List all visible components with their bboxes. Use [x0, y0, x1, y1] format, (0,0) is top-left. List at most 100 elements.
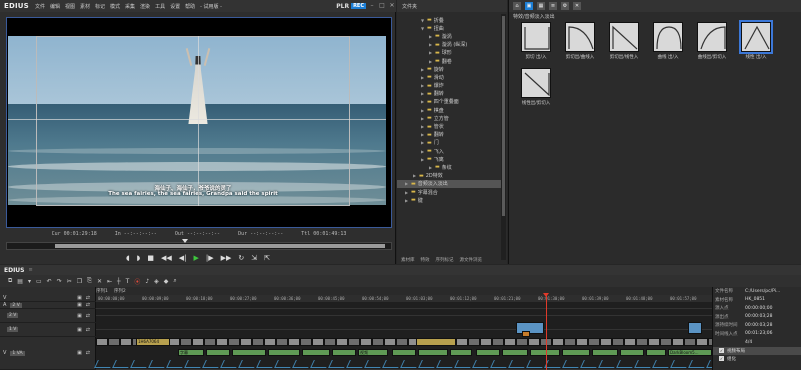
video-clip[interactable]	[416, 338, 456, 346]
rec-mode-button[interactable]: REC	[351, 3, 366, 9]
folder-item[interactable]: ▶ ▬ 飞离	[397, 155, 501, 163]
folder-item[interactable]: ▶ ▬ 滑动	[397, 73, 501, 81]
video-thumb[interactable]	[204, 338, 216, 346]
video-thumb[interactable]	[192, 338, 204, 346]
timeline-menu-icon[interactable]: ≡	[29, 267, 33, 273]
delete-clip-icon[interactable]: ✕	[97, 278, 102, 285]
video-thumb[interactable]	[696, 338, 708, 346]
scrub-handle[interactable]	[182, 239, 189, 243]
grid-view-icon[interactable]: ▦	[537, 2, 545, 10]
subtitle-clip[interactable]	[332, 349, 356, 356]
playhead-line[interactable]	[546, 295, 547, 370]
track-visibility-icon[interactable]: ▣	[77, 313, 82, 319]
video-thumb[interactable]	[324, 338, 336, 346]
video-thumb[interactable]	[480, 338, 492, 346]
menu-item[interactable]: 标记	[95, 3, 105, 10]
menu-item[interactable]: 帮助	[185, 3, 195, 10]
track-visibility-icon[interactable]: ▣	[77, 302, 82, 308]
video-thumb[interactable]	[288, 338, 300, 346]
folder-item[interactable]: ▶ ▬ 漩涡 (纵深)	[397, 41, 501, 49]
track-header[interactable]: A2 V ▣ ⇄	[0, 302, 96, 309]
video-thumb[interactable]	[576, 338, 588, 346]
folder-item[interactable]: ▶ ▬ 翻转	[397, 90, 501, 98]
subtitle-clip[interactable]	[392, 349, 416, 356]
video-thumb[interactable]	[240, 338, 252, 346]
menu-item[interactable]: 视图	[65, 3, 75, 10]
step-forward-icon[interactable]: |▶	[206, 254, 214, 262]
folder-item[interactable]: ▶ ▬ 漩涡	[397, 32, 501, 40]
bin-tab[interactable]: 序列标记	[436, 257, 454, 263]
track-header[interactable]: V1 VA ▣ ⇄	[0, 337, 96, 370]
video-thumb[interactable]	[216, 338, 228, 346]
video-thumb[interactable]	[516, 338, 528, 346]
track-header[interactable]: V ▣ ⇄	[0, 295, 96, 302]
folder-item[interactable]: ▶ ▬ 字幕混合	[397, 188, 501, 196]
track-header[interactable]: 1 V ▣ ⇄	[0, 323, 96, 337]
subtitle-clip[interactable]	[502, 349, 528, 356]
add-edit-icon[interactable]: ┼	[117, 278, 121, 285]
title-clip[interactable]	[522, 331, 530, 337]
bin-tab[interactable]: 素材库	[401, 257, 415, 263]
video-thumb[interactable]	[528, 338, 540, 346]
ripple-icon[interactable]: ⇤	[107, 278, 112, 285]
render-icon[interactable]: ◈	[154, 278, 159, 285]
folder-item[interactable]: ▶ ▬ 音频淡入淡出	[397, 179, 501, 188]
effect-item[interactable]: 曲线出/剪切入	[693, 22, 731, 63]
menu-item[interactable]: 模式	[110, 3, 120, 10]
effect-thumbnail[interactable]	[609, 22, 639, 52]
set-in-icon[interactable]: ◖	[126, 254, 130, 262]
subtitle-clip[interactable]	[646, 349, 666, 356]
marker-icon[interactable]: ◆	[164, 278, 169, 285]
video-thumb[interactable]	[252, 338, 264, 346]
settings-icon[interactable]: ⚙	[561, 2, 569, 10]
video-thumb[interactable]	[624, 338, 636, 346]
menu-item[interactable]: 编辑	[50, 3, 60, 10]
overwrite-icon[interactable]: ⇱	[264, 254, 270, 262]
video-thumb[interactable]	[684, 338, 696, 346]
video-thumb[interactable]	[660, 338, 672, 346]
video-thumb[interactable]	[276, 338, 288, 346]
effect-item[interactable]: 曲线 出/入	[649, 22, 687, 63]
scrub-bar[interactable]	[6, 239, 392, 250]
effect-entry[interactable]: ✓ 视频布局	[713, 346, 801, 355]
step-back-icon[interactable]: ◀|	[179, 254, 187, 262]
video-thumb[interactable]	[588, 338, 600, 346]
video-thumb[interactable]	[648, 338, 660, 346]
folder-item[interactable]: ▶ ▬ 2D特效	[397, 172, 501, 180]
subtitle-clip[interactable]	[620, 349, 644, 356]
loop-icon[interactable]: ↻	[238, 254, 244, 262]
effect-thumbnail[interactable]	[653, 22, 683, 52]
folder-item[interactable]: ▶ ▬ 立方管	[397, 114, 501, 122]
folder-item[interactable]: ▶ ▬ 键	[397, 196, 501, 204]
effect-item[interactable]: 剪切出/曲线入	[561, 22, 599, 63]
title-icon[interactable]: T	[126, 278, 130, 285]
fast-forward-icon[interactable]: ▶▶	[221, 254, 232, 262]
effect-item[interactable]: 线性 出/入	[737, 20, 775, 63]
subtitle-clip[interactable]	[562, 349, 590, 356]
stop-icon[interactable]: ■	[147, 254, 154, 262]
copy-icon[interactable]: ❐	[77, 278, 82, 285]
folder-item[interactable]: ▶ ▬ 棋盘	[397, 106, 501, 114]
track-sync-icon[interactable]: ⇄	[86, 295, 90, 301]
video-thumb[interactable]	[636, 338, 648, 346]
video-thumb[interactable]	[336, 338, 348, 346]
effect-thumbnail[interactable]	[697, 22, 727, 52]
save-icon[interactable]: ▭	[36, 278, 42, 285]
list-view-icon[interactable]: ≡	[549, 2, 557, 10]
sequence-tab[interactable]: 序列2	[114, 288, 126, 294]
track-visibility-icon[interactable]: ▣	[77, 295, 82, 301]
video-thumb[interactable]	[468, 338, 480, 346]
folder-item[interactable]: ▶ ▬ 管状	[397, 122, 501, 131]
subtitle-clip[interactable]	[418, 349, 448, 356]
subtitle-clip[interactable]: DarkBloom5...	[668, 349, 712, 356]
folder-item[interactable]: ▶ ▬ 旋转	[397, 65, 501, 73]
paste-icon[interactable]: ⎘	[87, 277, 92, 285]
track-sync-icon[interactable]: ⇄	[86, 350, 90, 356]
sequence-tab[interactable]: 序列1	[96, 288, 108, 294]
video-thumb[interactable]	[672, 338, 684, 346]
video-thumb[interactable]	[348, 338, 360, 346]
maximize-icon[interactable]: □	[378, 2, 386, 10]
menu-item[interactable]: 采集	[125, 3, 135, 10]
video-thumb[interactable]	[564, 338, 576, 346]
track-sync-icon[interactable]: ⇄	[86, 327, 90, 333]
